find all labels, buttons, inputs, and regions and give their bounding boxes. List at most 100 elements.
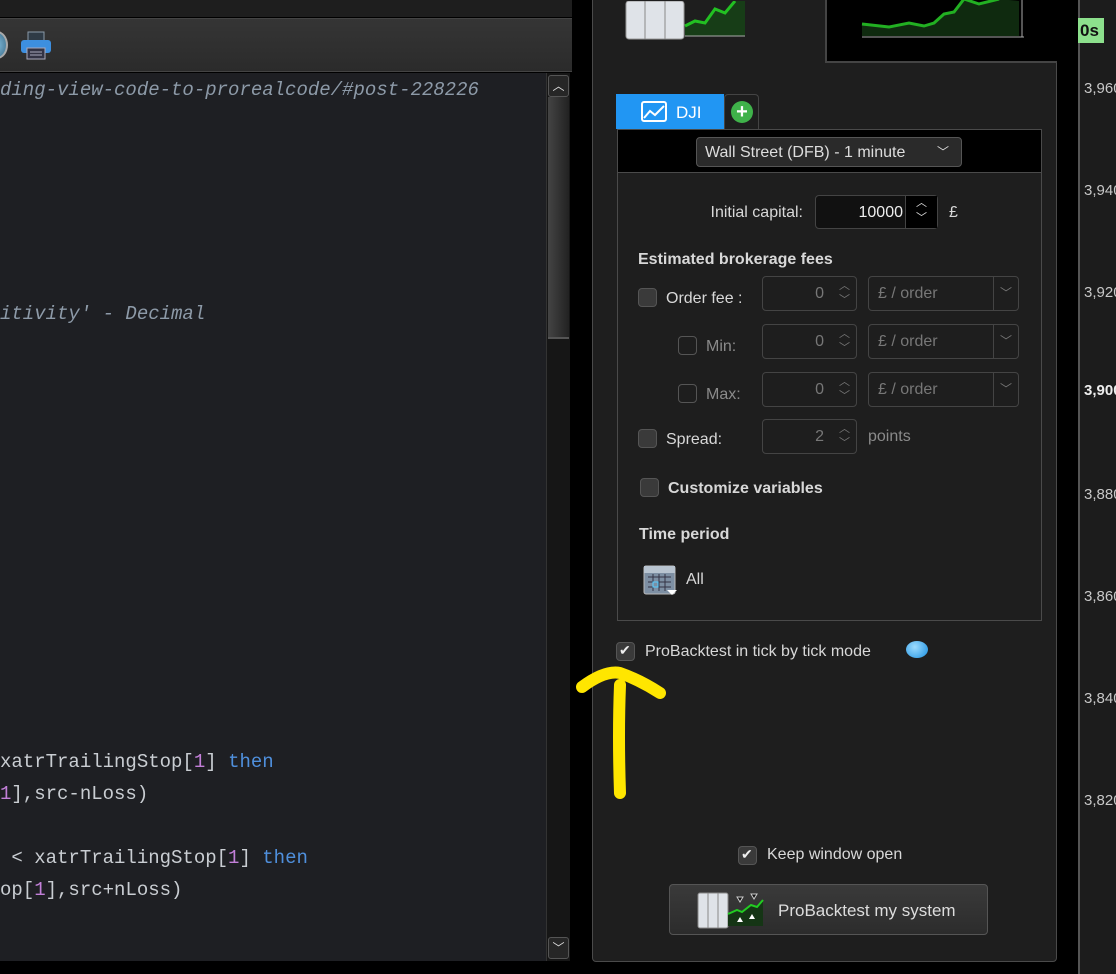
order-fee-checkbox[interactable]	[638, 288, 657, 307]
code-number: 1	[34, 879, 46, 901]
code-text: ]	[239, 847, 263, 869]
stepper-arrows-icon[interactable]: ︿ ﹀	[839, 422, 850, 450]
instrument-bar: Wall Street (DFB) - 1 minute ﹀	[618, 130, 1041, 173]
price-tick: 3,860	[1084, 588, 1116, 605]
max-fee-checkbox[interactable]	[678, 384, 697, 403]
order-fee-value: 0	[815, 285, 824, 302]
calendar-icon[interactable]	[643, 562, 678, 596]
currency-label: £	[949, 204, 958, 221]
probacktest-button[interactable]: ProBacktest my system	[669, 884, 988, 935]
spread-value: 2	[815, 428, 824, 445]
customize-variables-label: Customize variables	[668, 480, 823, 497]
price-axis[interactable]: 3,960 3,940 3,920 3,900 3,880 3,860 3,84…	[1078, 0, 1116, 974]
globe-icon[interactable]	[0, 31, 8, 59]
chevron-down-icon: ﹀	[993, 373, 1018, 406]
max-fee-unit: £ / order	[878, 381, 938, 398]
fees-heading: Estimated brokerage fees	[638, 251, 833, 268]
capital-stepper[interactable]: ︿ ﹀	[905, 196, 937, 228]
code-line: ding-view-code-to-prorealcode/#post-2282…	[0, 79, 479, 101]
plus-icon: +	[731, 101, 753, 123]
editor-toolbar	[0, 18, 572, 72]
keep-window-open-label: Keep window open	[767, 846, 903, 863]
code-comment: itivity' - Decimal	[0, 303, 206, 325]
time-period-value[interactable]: All	[686, 571, 704, 589]
spread-unit: points	[868, 428, 911, 445]
backtest-icon	[697, 892, 764, 929]
max-fee-input[interactable]: 0 ︿ ﹀	[762, 372, 857, 407]
yellow-arrow-annotation	[576, 666, 666, 799]
min-fee-unit: £ / order	[878, 333, 938, 350]
chart-thumbnail-icon	[861, 0, 1024, 38]
code-number: 1	[193, 751, 206, 773]
print-icon[interactable]	[20, 31, 52, 61]
backtest-report-thumbnail-icon[interactable]	[625, 1, 805, 41]
line-chart-icon	[641, 101, 667, 122]
code-comment: ding-view-code-to-prorealcode/#post-2282…	[0, 79, 479, 101]
editor-scrollbar[interactable]: ︿ ﹀	[546, 73, 570, 961]
spread-checkbox[interactable]	[638, 429, 657, 448]
spread-label: Spread:	[666, 431, 723, 448]
code-line: 1],src-nLoss)	[0, 783, 148, 805]
window-titlebar	[0, 0, 572, 17]
code-keyword: then	[262, 847, 308, 869]
time-period-heading: Time period	[639, 526, 730, 543]
initial-capital-label: Initial capital:	[710, 204, 804, 221]
code-editor[interactable]: ding-view-code-to-prorealcode/#post-2282…	[0, 73, 546, 961]
tab-label: DJI	[676, 103, 702, 122]
initial-capital-value: 10000	[858, 204, 904, 221]
min-fee-input[interactable]: 0 ︿ ﹀	[762, 324, 857, 359]
max-fee-label: Max:	[706, 386, 741, 403]
chart-mode-tab[interactable]	[825, 0, 1057, 63]
scrollbar-thumb[interactable]	[548, 97, 569, 339]
code-line: xatrTrailingStop[1] then	[0, 751, 274, 773]
keep-window-open-checkbox[interactable]	[738, 846, 757, 865]
min-fee-unit-select[interactable]: £ / order ﹀	[868, 324, 1019, 359]
code-text: < xatrTrailingStop[	[0, 847, 229, 869]
min-fee-value: 0	[815, 333, 824, 350]
code-text: xatrTrailingStop[	[0, 751, 194, 773]
price-tick: 3,880	[1084, 486, 1116, 503]
order-fee-label: Order fee :	[666, 290, 743, 307]
stepper-arrows-icon[interactable]: ︿ ﹀	[839, 327, 850, 355]
code-text: op[	[0, 879, 35, 901]
code-text: ]	[205, 751, 229, 773]
code-line: itivity' - Decimal	[0, 303, 205, 325]
chevron-down-icon: ﹀	[993, 277, 1018, 310]
timeframe-badge: 0s	[1078, 18, 1104, 43]
settings-box: Wall Street (DFB) - 1 minute ﹀ Initial ca…	[617, 129, 1042, 621]
order-fee-unit-select[interactable]: £ / order ﹀	[868, 276, 1019, 311]
scroll-up-button[interactable]: ︿	[548, 75, 569, 97]
price-tick: 3,820	[1084, 792, 1116, 809]
stepper-arrows-icon[interactable]: ︿ ﹀	[839, 375, 850, 403]
price-tick: 3,960	[1084, 80, 1116, 97]
spread-input[interactable]: 2 ︿ ﹀	[762, 419, 857, 454]
max-fee-value: 0	[815, 381, 824, 398]
min-fee-label: Min:	[706, 338, 737, 355]
code-text: ],src+nLoss)	[45, 879, 183, 901]
chevron-down-icon: ﹀	[993, 325, 1018, 358]
price-tick: 3,840	[1084, 690, 1116, 707]
initial-capital-input[interactable]: 10000 ︿ ﹀	[815, 195, 938, 229]
tab-dji[interactable]: DJI	[616, 94, 724, 129]
instrument-dropdown[interactable]: Wall Street (DFB) - 1 minute ﹀	[696, 137, 962, 167]
code-keyword: then	[228, 751, 274, 773]
order-fee-input[interactable]: 0 ︿ ﹀	[762, 276, 857, 311]
probacktest-button-label: ProBacktest my system	[778, 901, 956, 920]
backtest-dialog: DJI + Wall Street (DFB) - 1 minute ﹀ Init…	[592, 0, 1057, 962]
stepper-arrows-icon[interactable]: ︿ ﹀	[839, 279, 850, 307]
info-bubble-icon[interactable]	[906, 641, 928, 658]
customize-variables-checkbox[interactable]	[640, 478, 659, 497]
code-number: 1	[0, 783, 12, 805]
chevron-down-icon: ﹀	[936, 145, 949, 159]
price-tick: 3,940	[1084, 182, 1116, 199]
code-line: < xatrTrailingStop[1] then	[0, 847, 308, 869]
scroll-down-button[interactable]: ﹀	[548, 937, 569, 959]
add-tab-button[interactable]: +	[724, 94, 759, 129]
order-fee-unit: £ / order	[878, 285, 938, 302]
price-tick: 3,900	[1084, 382, 1116, 399]
code-line: op[1],src+nLoss)	[0, 879, 182, 901]
code-number: 1	[228, 847, 240, 869]
min-fee-checkbox[interactable]	[678, 336, 697, 355]
instrument-value: Wall Street (DFB) - 1 minute	[705, 144, 906, 161]
max-fee-unit-select[interactable]: £ / order ﹀	[868, 372, 1019, 407]
